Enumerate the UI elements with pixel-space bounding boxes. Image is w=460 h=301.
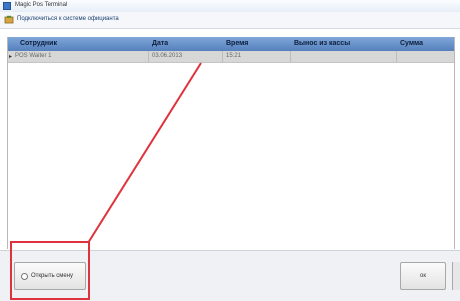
column-header-date[interactable]: Дата [152, 40, 168, 47]
toolbar: Подключиться к системе официанта [0, 12, 460, 29]
row-selected-marker: ▸ [9, 54, 13, 60]
column-header-sum[interactable]: Сумма [400, 40, 423, 47]
table-header: Сотрудник Дата Время Вынос из кассы Сумм… [8, 37, 454, 51]
cell-divider [148, 51, 149, 62]
cell-date: 03.06.2013 [152, 53, 183, 59]
column-header-cash-out[interactable]: Вынос из кассы [294, 40, 350, 47]
connect-waiter-link[interactable]: Подключиться к системе официанта [17, 16, 119, 22]
bottom-panel: Открыть смену ок [0, 250, 460, 301]
connect-icon [4, 15, 14, 24]
clock-icon [21, 273, 28, 280]
ok-label: ок [420, 273, 426, 279]
cell-divider [290, 51, 291, 62]
shifts-table: Сотрудник Дата Время Вынос из кассы Сумм… [7, 37, 455, 249]
window-title: Magic Pos Terminal [15, 2, 68, 8]
cell-divider [222, 51, 223, 62]
column-header-employee[interactable]: Сотрудник [20, 40, 57, 47]
cancel-button-partial[interactable] [452, 262, 460, 290]
column-header-time[interactable]: Время [226, 40, 248, 47]
open-shift-label: Открыть смену [31, 273, 74, 279]
ok-button[interactable]: ок [400, 262, 446, 290]
app-icon [3, 2, 11, 10]
cell-employee: POS Waiter 1 [15, 53, 52, 59]
open-shift-button[interactable]: Открыть смену [14, 262, 86, 290]
cell-divider [396, 51, 397, 62]
cell-time: 15:21 [226, 53, 242, 59]
table-row[interactable]: ▸ POS Waiter 1 03.06.2013 15:21 [8, 51, 454, 63]
